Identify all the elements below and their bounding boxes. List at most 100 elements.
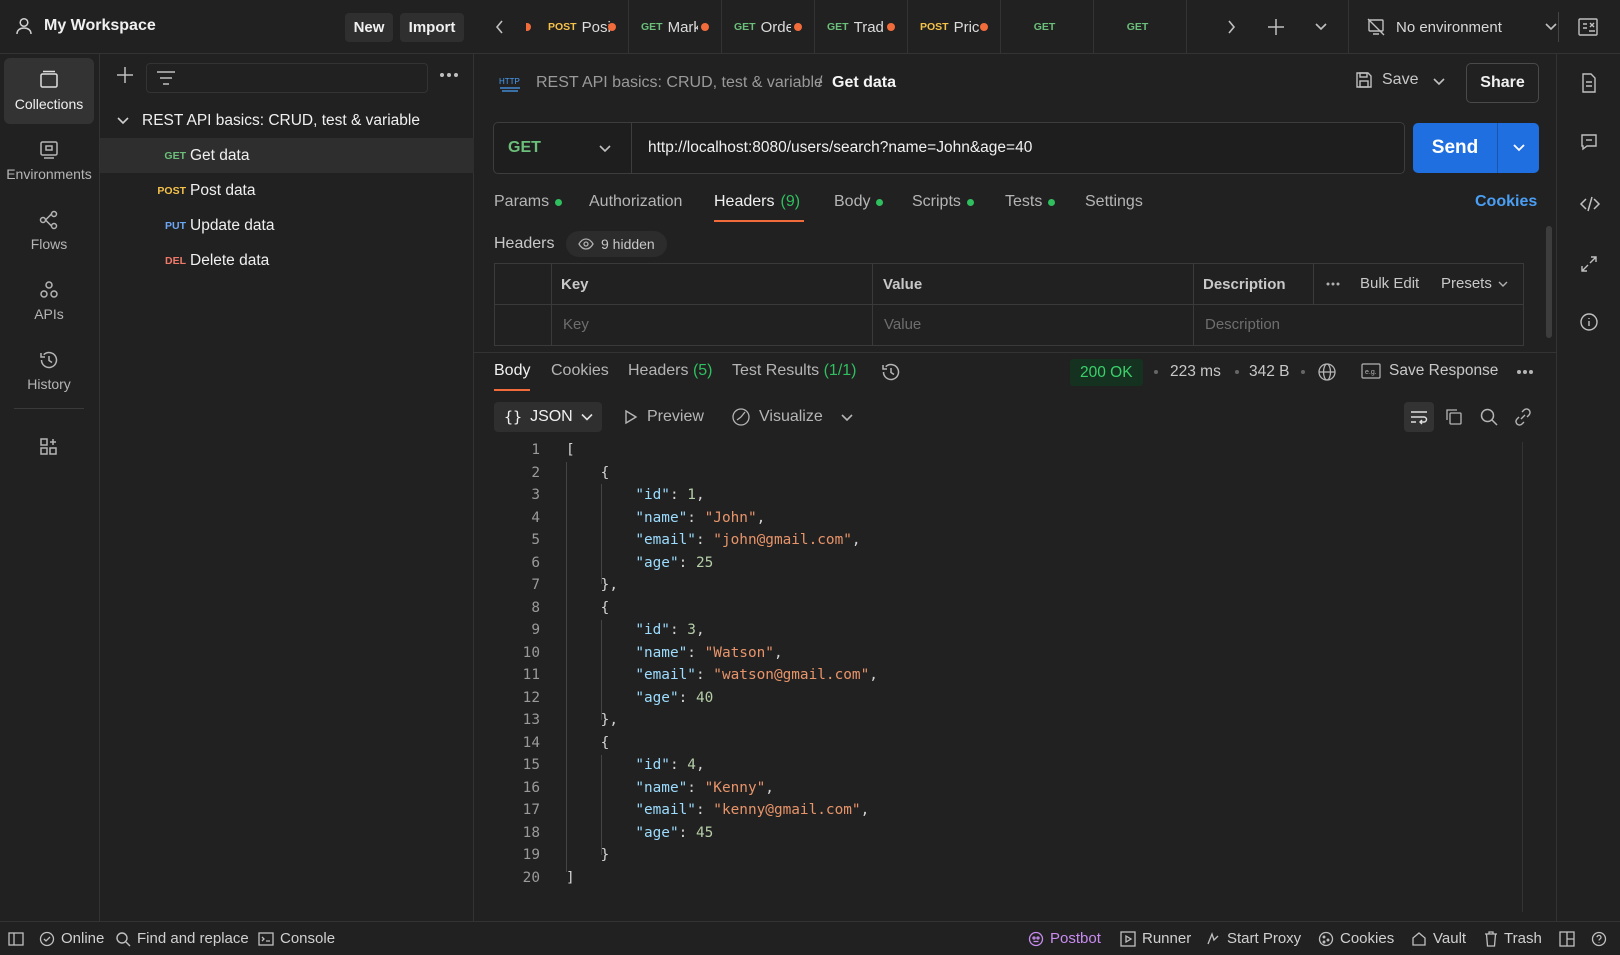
tab-settings[interactable]: Settings [1085, 193, 1143, 211]
visualize-button[interactable]: Visualize [731, 407, 823, 427]
code-line: 15 "id": 4, [494, 757, 705, 779]
comments-icon[interactable] [1579, 132, 1599, 152]
import-button[interactable]: Import [400, 13, 464, 42]
response-time[interactable]: 223 ms [1170, 363, 1221, 381]
request-tab[interactable]: POST Posi [536, 0, 629, 54]
chevron-right-icon[interactable] [1225, 17, 1237, 37]
breadcrumb-collection[interactable]: REST API basics: CRUD, test & variable [536, 74, 823, 92]
tab-scripts[interactable]: Scripts [912, 193, 974, 211]
copy-icon[interactable] [1444, 407, 1464, 427]
cookies-button[interactable]: Cookies [1318, 930, 1394, 947]
response-tab-body[interactable]: Body [494, 362, 530, 380]
related-collections-icon[interactable] [1579, 254, 1599, 274]
cookies-link[interactable]: Cookies [1475, 193, 1537, 211]
url-input[interactable]: http://localhost:8080/users/search?name=… [648, 139, 1032, 157]
rail-item-history[interactable]: History [4, 338, 94, 404]
start-proxy-button[interactable]: Start Proxy [1205, 930, 1301, 947]
rail-item-flows[interactable]: Flows [4, 198, 94, 264]
rail-item-collections[interactable]: Collections [4, 58, 94, 124]
rail-item-environments[interactable]: Environments [4, 128, 94, 194]
find-replace-button[interactable]: Find and replace [115, 930, 249, 947]
trash-button[interactable]: Trash [1484, 930, 1542, 947]
info-icon[interactable] [1579, 312, 1599, 332]
add-icon[interactable] [114, 64, 136, 86]
breadcrumb-request[interactable]: Get data [832, 74, 896, 92]
request-tab[interactable]: POST Pric [908, 0, 1001, 54]
chevron-left-icon[interactable] [494, 17, 506, 37]
share-button[interactable]: Share [1466, 63, 1539, 103]
save-icon [1354, 70, 1374, 90]
help-icon[interactable] [1591, 931, 1607, 947]
request-tab[interactable]: GET Mark [629, 0, 722, 54]
tab-label: Trade [853, 18, 884, 36]
new-button[interactable]: New [345, 13, 393, 42]
response-size[interactable]: 342 B [1249, 363, 1290, 381]
request-item-post-data[interactable]: POST Post data [100, 173, 474, 208]
response-tab-test-results[interactable]: Test Results (1/1) [732, 362, 857, 380]
chevron-down-icon[interactable] [840, 413, 854, 423]
runner-button[interactable]: Runner [1120, 930, 1191, 947]
request-tab[interactable]: GET [1094, 0, 1187, 54]
tab-authorization[interactable]: Authorization [589, 193, 682, 211]
code-icon[interactable] [1579, 194, 1601, 214]
more-options-icon[interactable] [1516, 369, 1534, 375]
description-field[interactable]: Description [1205, 316, 1280, 333]
search-icon[interactable] [1479, 407, 1499, 427]
key-field[interactable]: Key [563, 316, 589, 333]
scrollbar[interactable] [1522, 442, 1540, 912]
value-field[interactable]: Value [884, 316, 921, 333]
bulk-edit-button[interactable]: Bulk Edit [1360, 275, 1419, 292]
code-line: 7 }, [494, 577, 618, 599]
tab-tests[interactable]: Tests [1005, 193, 1056, 211]
rail-item-apis[interactable]: APIs [4, 268, 94, 334]
more-options-icon[interactable] [438, 69, 460, 81]
wrap-lines-button[interactable] [1404, 402, 1434, 432]
code-line: 19 } [494, 847, 610, 869]
method-select[interactable]: GET [494, 123, 632, 173]
environment-quick-look-icon[interactable] [1577, 17, 1599, 37]
request-item-get-data[interactable]: GET Get data [100, 138, 474, 173]
request-tab[interactable]: GET Trade [815, 0, 908, 54]
globe-icon[interactable] [1317, 362, 1337, 382]
toggle-sidebar-icon[interactable] [8, 932, 24, 946]
history-icon[interactable] [880, 362, 902, 382]
response-tab-cookies[interactable]: Cookies [551, 362, 609, 380]
response-tab-headers[interactable]: Headers (5) [628, 362, 713, 380]
configure-sidebar-icon[interactable] [38, 436, 60, 458]
more-options-icon[interactable] [1325, 281, 1341, 287]
preview-button[interactable]: Preview [624, 408, 704, 426]
online-status[interactable]: Online [39, 930, 104, 947]
pane-divider[interactable] [474, 352, 1556, 353]
tab-body[interactable]: Body [834, 193, 884, 211]
scrollbar[interactable] [1546, 226, 1552, 338]
tab-headers[interactable]: Headers (9) [714, 193, 800, 211]
save-button[interactable]: Save [1354, 70, 1418, 90]
documentation-icon[interactable] [1579, 72, 1599, 94]
environment-selector[interactable]: No environment [1366, 0, 1558, 54]
presets-dropdown[interactable]: Presets [1441, 275, 1508, 292]
format-select[interactable]: {} JSON [494, 402, 602, 432]
hidden-headers-toggle[interactable]: 9 hidden [566, 231, 667, 257]
request-item-delete-data[interactable]: DEL Delete data [100, 243, 474, 278]
request-item-update-data[interactable]: PUT Update data [100, 208, 474, 243]
chevron-down-icon[interactable] [1432, 77, 1446, 87]
link-icon[interactable] [1513, 407, 1533, 427]
workspace-name[interactable]: My Workspace [44, 17, 156, 35]
save-response-button[interactable]: e.g. Save Response [1361, 362, 1498, 380]
postbot-button[interactable]: Postbot [1028, 930, 1101, 947]
console-button[interactable]: Console [258, 930, 335, 947]
tab-params[interactable]: Params [494, 193, 563, 211]
status-badge[interactable]: 200 OK [1070, 359, 1143, 386]
request-tab[interactable]: GET [1001, 0, 1094, 54]
method-value: GET [508, 139, 541, 156]
chevron-down-icon[interactable] [1512, 143, 1526, 153]
chevron-down-icon[interactable] [1314, 22, 1328, 32]
collection-row[interactable]: REST API basics: CRUD, test & variable [100, 103, 474, 138]
new-tab-icon[interactable] [1266, 17, 1286, 37]
request-tab[interactable]: GET Orde [722, 0, 815, 54]
filter-input[interactable] [146, 63, 428, 93]
send-button[interactable]: Send [1413, 123, 1497, 173]
vault-button[interactable]: Vault [1411, 930, 1466, 947]
tab-count: (9) [780, 193, 801, 210]
layout-icon[interactable] [1559, 931, 1575, 947]
